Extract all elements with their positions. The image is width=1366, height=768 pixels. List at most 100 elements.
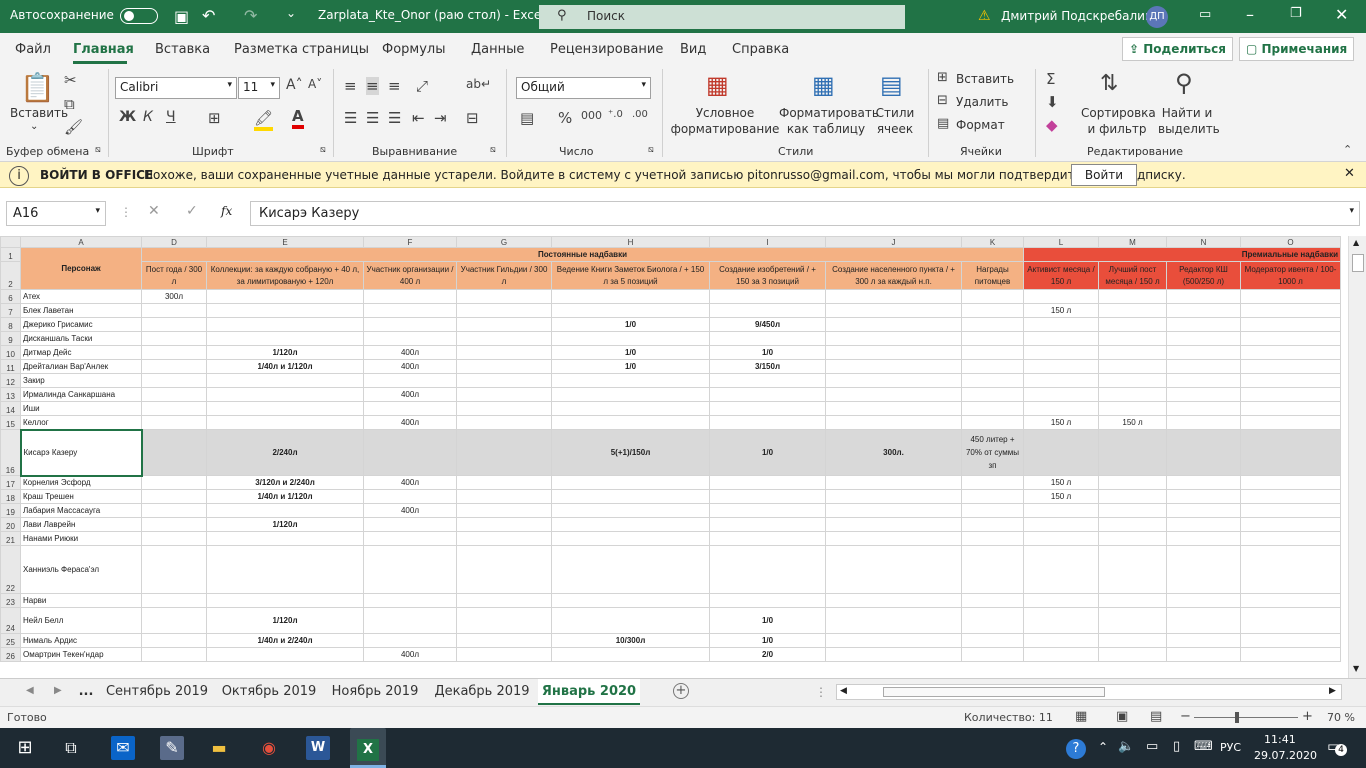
row-header[interactable]: 21 xyxy=(0,531,21,546)
data-cell[interactable] xyxy=(1023,503,1099,518)
data-cell[interactable] xyxy=(1098,359,1167,374)
data-cell[interactable] xyxy=(456,289,552,304)
name-box[interactable]: A16 ▾ xyxy=(6,201,106,226)
data-cell[interactable] xyxy=(1098,401,1167,416)
data-cell[interactable] xyxy=(206,317,364,332)
name-cell[interactable]: Дрейталиан Вар'Анлек xyxy=(20,359,142,374)
data-cell[interactable]: 3/120л и 2/240л xyxy=(206,475,364,490)
language-indicator[interactable]: РУС xyxy=(1220,741,1241,754)
data-cell[interactable] xyxy=(961,545,1024,594)
paste-dropdown-icon[interactable]: ⌄ xyxy=(30,121,38,132)
data-cell[interactable] xyxy=(709,387,826,402)
data-cell[interactable] xyxy=(1240,647,1341,662)
row-header[interactable]: 14 xyxy=(0,401,21,416)
font-launcher-icon[interactable]: ⧅ xyxy=(320,145,326,155)
column-header[interactable]: G xyxy=(456,236,552,248)
data-cell[interactable] xyxy=(961,359,1024,374)
data-cell[interactable] xyxy=(1166,503,1241,518)
name-cell[interactable]: Дисканшаль Таски xyxy=(20,331,142,346)
row-header[interactable]: 13 xyxy=(0,387,21,402)
data-cell[interactable] xyxy=(141,647,207,662)
data-cell[interactable] xyxy=(825,345,962,360)
align-bottom-icon[interactable]: ≡ xyxy=(388,77,401,95)
data-cell[interactable] xyxy=(1098,429,1167,476)
data-cell[interactable] xyxy=(1023,545,1099,594)
row-header[interactable]: 9 xyxy=(0,331,21,346)
data-cell[interactable] xyxy=(1166,387,1241,402)
header-cell[interactable]: Модератор ивента / 100-1000 л xyxy=(1240,261,1341,290)
number-format-select[interactable]: Общий ▾ xyxy=(516,77,651,99)
decrease-decimal-icon[interactable]: .00 xyxy=(632,109,648,120)
data-cell[interactable] xyxy=(456,373,552,388)
data-cell[interactable] xyxy=(1240,373,1341,388)
data-cell[interactable] xyxy=(1240,593,1341,608)
column-header[interactable]: A xyxy=(20,236,142,248)
row-header[interactable]: 23 xyxy=(0,593,21,608)
keyboard-icon[interactable]: ⌨ xyxy=(1194,739,1213,754)
find-select-button[interactable]: Найти и выделить xyxy=(1158,105,1220,137)
fill-icon[interactable]: ⬇ xyxy=(1046,93,1059,111)
italic-button[interactable]: К xyxy=(143,109,153,125)
row-header[interactable]: 26 xyxy=(0,647,21,662)
data-cell[interactable] xyxy=(141,489,207,504)
header-cell[interactable]: Награды питомцев xyxy=(961,261,1024,290)
format-as-table-icon[interactable]: ▦ xyxy=(812,71,835,99)
data-cell[interactable]: 150 л xyxy=(1023,489,1099,504)
data-cell[interactable] xyxy=(1240,517,1341,532)
data-cell[interactable] xyxy=(456,401,552,416)
zoom-slider[interactable] xyxy=(1194,717,1298,718)
sign-in-button[interactable]: Войти xyxy=(1071,164,1137,186)
data-cell[interactable] xyxy=(456,503,552,518)
customize-qat-icon[interactable]: ⌄ xyxy=(286,6,296,20)
data-cell[interactable] xyxy=(1166,317,1241,332)
data-cell[interactable] xyxy=(141,317,207,332)
data-cell[interactable] xyxy=(551,303,710,318)
excel-taskbar-button[interactable]: X xyxy=(350,728,386,768)
collapse-ribbon-icon[interactable]: ⌃ xyxy=(1343,143,1352,156)
data-cell[interactable] xyxy=(1023,429,1099,476)
data-cell[interactable] xyxy=(961,475,1024,490)
data-cell[interactable] xyxy=(1023,387,1099,402)
sort-filter-button[interactable]: Сортировка и фильтр xyxy=(1081,105,1156,137)
data-cell[interactable]: 1/0 xyxy=(709,429,826,476)
data-cell[interactable]: 450 литер + 70% от суммы зп xyxy=(961,429,1024,476)
sheet-tab[interactable]: Декабрь 2019 xyxy=(430,679,534,705)
header-cell[interactable]: Создание населенного пункта / + 300 л за… xyxy=(825,261,962,290)
data-cell[interactable] xyxy=(1240,317,1341,332)
row-header[interactable]: 6 xyxy=(0,289,21,304)
zoom-slider-thumb[interactable] xyxy=(1235,712,1239,723)
group-header-premium[interactable]: Премиальные надбавки xyxy=(1023,247,1341,262)
name-cell[interactable]: Ирмалинда Санкаршана xyxy=(20,387,142,402)
wrap-text-icon[interactable]: ab↵ xyxy=(466,77,491,91)
data-cell[interactable]: 400л xyxy=(363,359,457,374)
search-input[interactable]: ⚲ Поиск xyxy=(539,5,905,29)
column-header[interactable]: F xyxy=(363,236,457,248)
data-cell[interactable] xyxy=(456,647,552,662)
data-cell[interactable] xyxy=(709,531,826,546)
restore-icon[interactable]: ❐ xyxy=(1290,6,1302,21)
data-cell[interactable]: 1/40л и 2/240л xyxy=(206,633,364,648)
data-cell[interactable] xyxy=(1166,345,1241,360)
data-cell[interactable] xyxy=(141,531,207,546)
data-cell[interactable] xyxy=(206,401,364,416)
data-cell[interactable] xyxy=(1166,429,1241,476)
data-cell[interactable]: 400л xyxy=(363,647,457,662)
data-cell[interactable] xyxy=(1240,531,1341,546)
data-cell[interactable] xyxy=(141,503,207,518)
data-cell[interactable]: 150 л xyxy=(1023,303,1099,318)
data-cell[interactable] xyxy=(1098,373,1167,388)
header-cell[interactable]: Участник организации / 400 л xyxy=(363,261,457,290)
group-header-permanent[interactable]: Постоянные надбавки xyxy=(141,247,1024,262)
select-all-corner[interactable] xyxy=(0,236,21,248)
task-view-icon[interactable]: ⧉ xyxy=(59,736,83,760)
clock-time[interactable]: 11:41 xyxy=(1264,733,1296,746)
data-cell[interactable] xyxy=(961,401,1024,416)
close-icon[interactable]: ✕ xyxy=(1344,166,1355,181)
format-as-table-button[interactable]: Форматировать как таблицу xyxy=(779,105,879,137)
data-cell[interactable] xyxy=(206,415,364,430)
tab-file[interactable]: Файл xyxy=(15,42,51,57)
bold-button[interactable]: Ж xyxy=(119,109,136,125)
data-cell[interactable] xyxy=(1240,475,1341,490)
tab-review[interactable]: Рецензирование xyxy=(550,42,663,57)
data-cell[interactable] xyxy=(363,593,457,608)
